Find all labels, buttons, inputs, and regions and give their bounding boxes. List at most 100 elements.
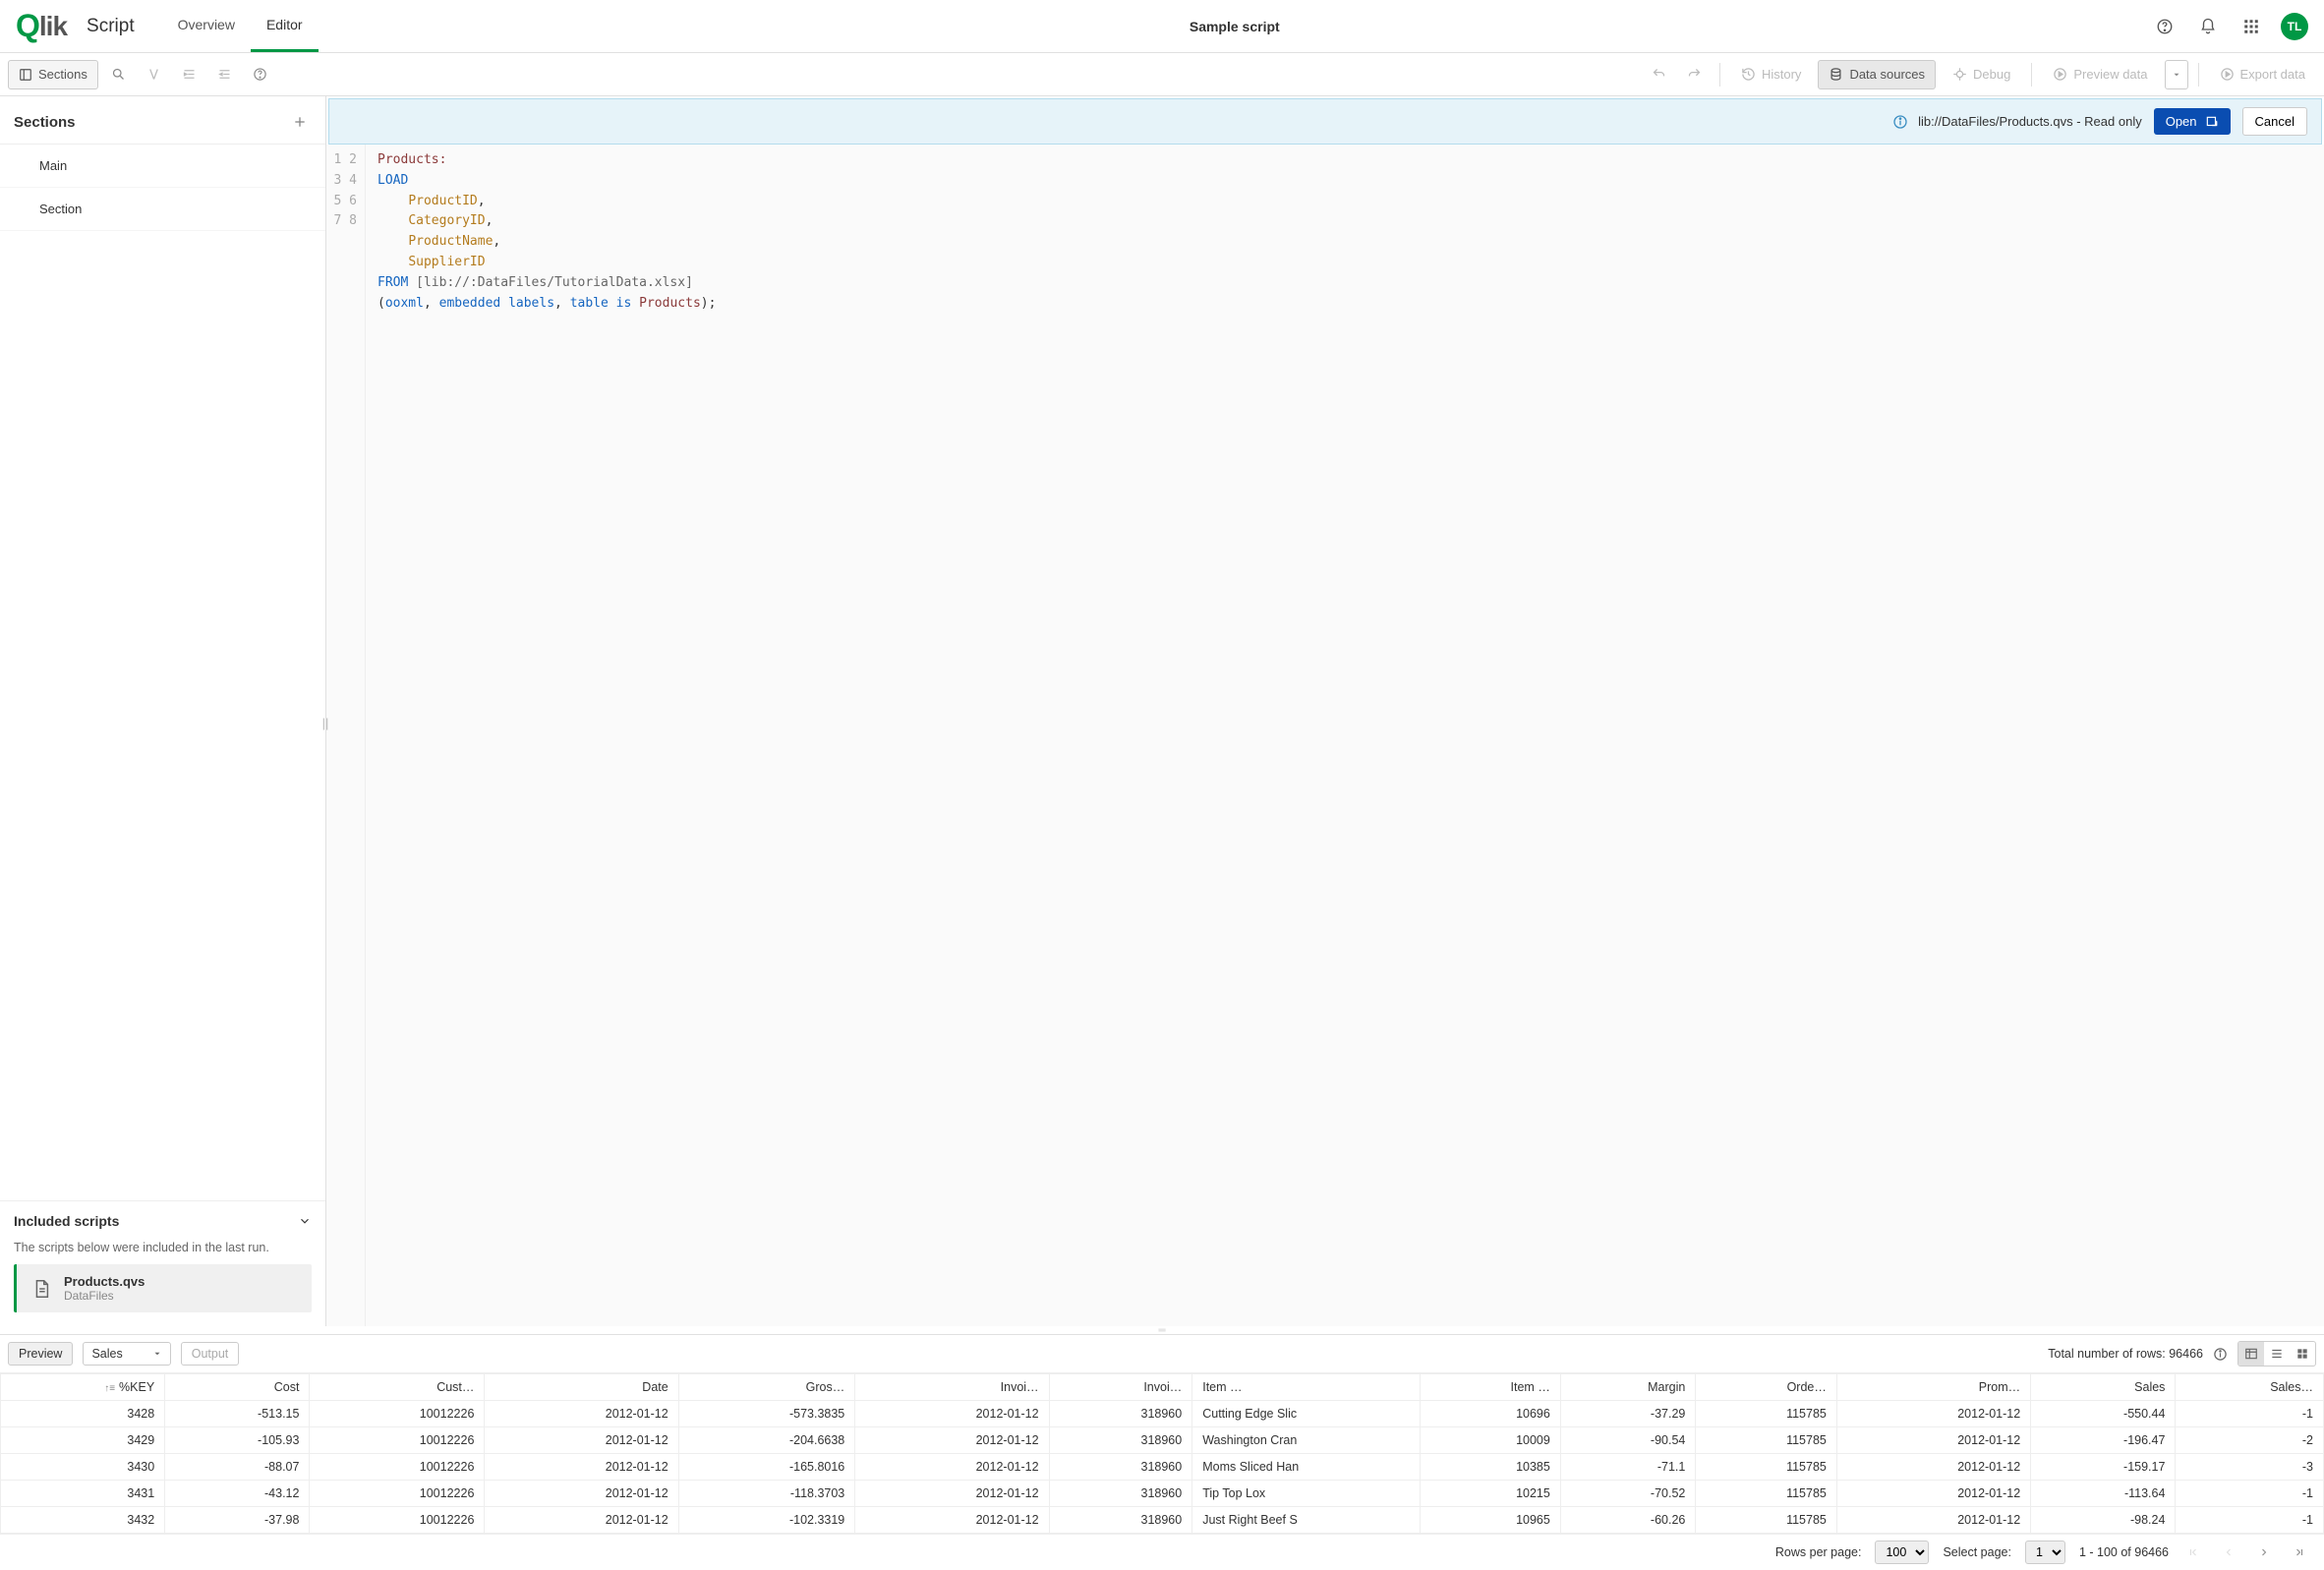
avatar[interactable]: TL bbox=[2281, 13, 2308, 40]
table-cell: -70.52 bbox=[1560, 1481, 1696, 1507]
indent-button[interactable] bbox=[175, 60, 204, 89]
column-header[interactable]: Date bbox=[485, 1374, 678, 1401]
comment-button[interactable] bbox=[140, 60, 169, 89]
table-cell: 10009 bbox=[1421, 1427, 1560, 1454]
preview-toolbar: Preview Sales Output Total number of row… bbox=[0, 1335, 2324, 1373]
table-cell: -88.07 bbox=[165, 1454, 310, 1481]
code-content[interactable]: Products: LOAD ProductID, CategoryID, Pr… bbox=[366, 145, 727, 1326]
table-cell: -2 bbox=[2176, 1427, 2324, 1454]
tab-overview[interactable]: Overview bbox=[162, 0, 251, 52]
apps-icon[interactable] bbox=[2237, 13, 2265, 40]
next-page-button[interactable] bbox=[2253, 1541, 2275, 1563]
table-cell: 10012226 bbox=[310, 1507, 485, 1534]
app-header: Qlik Script Overview Editor Sample scrip… bbox=[0, 0, 2324, 53]
column-header[interactable]: Orde… bbox=[1696, 1374, 1837, 1401]
view-table-icon[interactable] bbox=[2238, 1342, 2264, 1366]
redo-button[interactable] bbox=[1680, 60, 1710, 89]
preview-table-select[interactable]: Sales bbox=[83, 1342, 170, 1366]
table-cell: -196.47 bbox=[2031, 1427, 2176, 1454]
sections-toggle-label: Sections bbox=[38, 67, 87, 82]
preview-panel: Preview Sales Output Total number of row… bbox=[0, 1334, 2324, 1570]
code-editor[interactable]: 1 2 3 4 5 6 7 8 Products: LOAD ProductID… bbox=[326, 145, 2324, 1326]
select-page-select[interactable]: 1 bbox=[2025, 1541, 2065, 1564]
preview-tab[interactable]: Preview bbox=[8, 1342, 73, 1366]
column-header[interactable]: Sales… bbox=[2176, 1374, 2324, 1401]
history-button[interactable]: History bbox=[1730, 60, 1812, 89]
table-cell: -118.3703 bbox=[678, 1481, 855, 1507]
help-icon[interactable] bbox=[2151, 13, 2179, 40]
table-row[interactable]: 3428-513.15100122262012-01-12-573.383520… bbox=[1, 1401, 2324, 1427]
table-cell: 2012-01-12 bbox=[485, 1427, 678, 1454]
included-script-card[interactable]: Products.qvs DataFiles bbox=[14, 1264, 312, 1312]
add-section-button[interactable] bbox=[288, 110, 312, 134]
chevron-down-icon bbox=[298, 1214, 312, 1228]
preview-table-wrap[interactable]: ↑≡%KEYCostCust…DateGros…Invoi…Invoi…Item… bbox=[0, 1373, 2324, 1534]
preview-data-button[interactable]: Preview data bbox=[2042, 60, 2158, 89]
first-page-button[interactable] bbox=[2182, 1541, 2204, 1563]
output-tab[interactable]: Output bbox=[181, 1342, 240, 1366]
open-button[interactable]: Open bbox=[2154, 108, 2231, 135]
table-cell: 2012-01-12 bbox=[855, 1507, 1049, 1534]
table-cell: -43.12 bbox=[165, 1481, 310, 1507]
table-cell: 2012-01-12 bbox=[855, 1427, 1049, 1454]
column-header[interactable]: Cust… bbox=[310, 1374, 485, 1401]
last-page-button[interactable] bbox=[2289, 1541, 2310, 1563]
page-range: 1 - 100 of 96466 bbox=[2079, 1545, 2169, 1559]
sidebar-resize-handle[interactable]: || bbox=[321, 712, 329, 735]
table-cell: 115785 bbox=[1696, 1454, 1837, 1481]
table-cell: -98.24 bbox=[2031, 1507, 2176, 1534]
table-row[interactable]: 3430-88.07100122262012-01-12-165.8016201… bbox=[1, 1454, 2324, 1481]
table-cell: 3432 bbox=[1, 1507, 165, 1534]
table-row[interactable]: 3432-37.98100122262012-01-12-102.3319201… bbox=[1, 1507, 2324, 1534]
table-cell: 10965 bbox=[1421, 1507, 1560, 1534]
column-header[interactable]: Gros… bbox=[678, 1374, 855, 1401]
column-header[interactable]: Prom… bbox=[1836, 1374, 2030, 1401]
section-item-main[interactable]: Main bbox=[0, 145, 325, 188]
view-grid-icon[interactable] bbox=[2290, 1342, 2315, 1366]
table-cell: -204.6638 bbox=[678, 1427, 855, 1454]
table-cell: 3429 bbox=[1, 1427, 165, 1454]
sections-toggle[interactable]: Sections bbox=[8, 60, 98, 89]
data-sources-button[interactable]: Data sources bbox=[1818, 60, 1936, 89]
prev-page-button[interactable] bbox=[2218, 1541, 2239, 1563]
preview-dropdown[interactable] bbox=[2165, 60, 2188, 89]
table-cell: -37.29 bbox=[1560, 1401, 1696, 1427]
column-header[interactable]: Margin bbox=[1560, 1374, 1696, 1401]
toolbar-help-button[interactable] bbox=[246, 60, 275, 89]
export-data-button[interactable]: Export data bbox=[2209, 60, 2317, 89]
outdent-button[interactable] bbox=[210, 60, 240, 89]
column-header[interactable]: Invoi… bbox=[855, 1374, 1049, 1401]
horizontal-resize-handle[interactable]: ═ bbox=[0, 1326, 2324, 1334]
rows-per-page-select[interactable]: 100 bbox=[1875, 1541, 1929, 1564]
preview-table-select-value: Sales bbox=[91, 1347, 122, 1361]
view-list-icon[interactable] bbox=[2264, 1342, 2290, 1366]
undo-button[interactable] bbox=[1645, 60, 1674, 89]
brand-q: Q bbox=[16, 8, 39, 44]
bell-icon[interactable] bbox=[2194, 13, 2222, 40]
table-cell: 10696 bbox=[1421, 1401, 1560, 1427]
table-row[interactable]: 3429-105.93100122262012-01-12-204.663820… bbox=[1, 1427, 2324, 1454]
header-actions: TL bbox=[2151, 13, 2308, 40]
debug-button[interactable]: Debug bbox=[1942, 60, 2021, 89]
column-header[interactable]: Item … bbox=[1421, 1374, 1560, 1401]
notice-path: lib://DataFiles/Products.qvs - Read only bbox=[1918, 114, 2142, 129]
tab-editor[interactable]: Editor bbox=[251, 0, 319, 52]
preview-data-label: Preview data bbox=[2073, 67, 2147, 82]
column-header[interactable]: ↑≡%KEY bbox=[1, 1374, 165, 1401]
search-button[interactable] bbox=[104, 60, 134, 89]
line-gutter: 1 2 3 4 5 6 7 8 bbox=[326, 145, 366, 1326]
column-header[interactable]: Invoi… bbox=[1049, 1374, 1192, 1401]
column-header[interactable]: Sales bbox=[2031, 1374, 2176, 1401]
cancel-button[interactable]: Cancel bbox=[2242, 107, 2307, 136]
column-header[interactable]: Cost bbox=[165, 1374, 310, 1401]
table-row[interactable]: 3431-43.12100122262012-01-12-118.3703201… bbox=[1, 1481, 2324, 1507]
table-cell: 318960 bbox=[1049, 1427, 1192, 1454]
table-cell: 2012-01-12 bbox=[1836, 1481, 2030, 1507]
included-script-location: DataFiles bbox=[64, 1289, 145, 1303]
included-scripts-header[interactable]: Included scripts bbox=[0, 1200, 325, 1241]
section-item-section[interactable]: Section bbox=[0, 188, 325, 231]
table-cell: 10215 bbox=[1421, 1481, 1560, 1507]
column-header[interactable]: Item … bbox=[1192, 1374, 1421, 1401]
info-icon[interactable] bbox=[2213, 1347, 2228, 1362]
table-cell: -1 bbox=[2176, 1507, 2324, 1534]
